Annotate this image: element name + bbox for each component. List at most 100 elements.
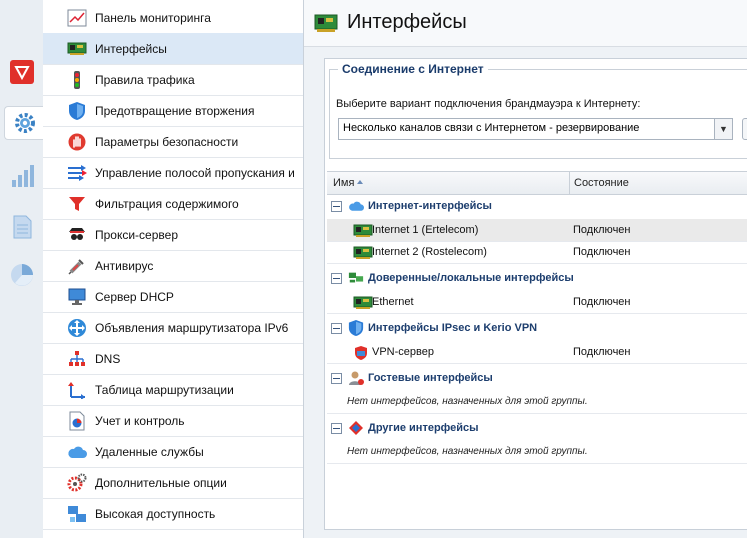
hand-stop-icon bbox=[67, 132, 87, 152]
menu-item-label: Предотвращение вторжения bbox=[95, 103, 255, 118]
menu-item[interactable]: Сервер DHCP bbox=[43, 281, 303, 313]
interface-state: Подключен bbox=[573, 296, 631, 308]
proxy-spy-icon bbox=[67, 225, 87, 245]
group-title: Другие интерфейсы bbox=[368, 422, 479, 434]
content-area: Интерфейсы Соединение с Интернет Выберит… bbox=[304, 0, 747, 538]
interface-group-header[interactable]: Гостевые интерфейсы bbox=[327, 366, 747, 390]
menu-item[interactable]: Объявления маршрутизатора IPv6 bbox=[43, 312, 303, 344]
interface-row[interactable]: Internet 1 (Ertelecom) Подключен bbox=[327, 219, 747, 242]
menu-item-label: Управление полосой пропускания и bbox=[95, 165, 295, 180]
menu-item-label: Антивирус bbox=[95, 258, 154, 273]
menu-item[interactable]: Таблица маршрутизации bbox=[43, 374, 303, 406]
bandwidth-arrows-icon bbox=[67, 163, 87, 183]
logs-document-icon[interactable] bbox=[6, 211, 38, 243]
collapse-toggle-icon[interactable] bbox=[331, 322, 342, 334]
menu-item[interactable]: Учет и контроль bbox=[43, 405, 303, 437]
column-name-label: Имя bbox=[333, 177, 355, 189]
filter-funnel-icon bbox=[67, 194, 87, 214]
interfaces-panel: Соединение с Интернет Выберите вариант п… bbox=[324, 58, 747, 530]
grid-header: Имя Состояние bbox=[327, 171, 747, 195]
interface-row[interactable]: Internet 2 (Rostelecom) Подключен bbox=[327, 241, 747, 264]
collapse-toggle-icon[interactable] bbox=[331, 372, 342, 384]
interface-name: Internet 2 (Rostelecom) bbox=[372, 246, 487, 258]
menu-item-label: Учет и контроль bbox=[95, 413, 185, 428]
interface-group-header[interactable]: Другие интерфейсы bbox=[327, 416, 747, 440]
column-state-header[interactable]: Состояние bbox=[570, 172, 747, 194]
menu-item[interactable]: Прокси-сервер bbox=[43, 219, 303, 251]
chevron-down-icon[interactable]: ▼ bbox=[714, 119, 732, 139]
status-pie-icon[interactable] bbox=[6, 259, 38, 291]
collapse-toggle-icon[interactable] bbox=[331, 422, 342, 434]
connection-mode-label: Выберите вариант подключения брандмауэра… bbox=[336, 98, 641, 110]
interface-state: Подключен bbox=[573, 346, 631, 358]
page-header: Интерфейсы bbox=[304, 0, 747, 47]
router-arrows-icon bbox=[67, 318, 87, 338]
shield-icon bbox=[348, 320, 364, 336]
group-title: Гостевые интерфейсы bbox=[368, 372, 493, 384]
interface-name: VPN-сервер bbox=[372, 346, 434, 358]
group-title: Доверенные/локальные интерфейсы bbox=[368, 272, 574, 284]
empty-group-row: Нет интерфейсов, назначенных для этой гр… bbox=[327, 391, 747, 414]
empty-group-message: Нет интерфейсов, назначенных для этой гр… bbox=[347, 396, 588, 407]
dns-tree-icon bbox=[67, 349, 87, 369]
network-card-icon bbox=[353, 245, 373, 259]
column-state-label: Состояние bbox=[574, 177, 629, 189]
menu-item[interactable]: Предотвращение вторжения bbox=[43, 95, 303, 127]
menu-item[interactable]: Высокая доступность bbox=[43, 498, 303, 530]
gears-icon bbox=[67, 473, 87, 493]
menu-item[interactable]: Правила трафика bbox=[43, 64, 303, 96]
interface-group-header[interactable]: Интерфейсы IPsec и Kerio VPN bbox=[327, 316, 747, 340]
menu-item[interactable]: Антивирус bbox=[43, 250, 303, 282]
navigation-rail bbox=[0, 0, 44, 538]
internet-connection-group: Соединение с Интернет Выберите вариант п… bbox=[329, 62, 747, 159]
empty-group-row: Нет интерфейсов, назначенных для этой гр… bbox=[327, 441, 747, 464]
menu-item-label: Интерфейсы bbox=[95, 41, 167, 56]
page-title: Интерфейсы bbox=[347, 11, 467, 33]
network-card-icon bbox=[353, 295, 373, 309]
guest-user-icon bbox=[348, 371, 364, 385]
collapse-toggle-icon[interactable] bbox=[331, 200, 342, 212]
interface-name: Ethernet bbox=[372, 296, 414, 308]
shield-icon bbox=[67, 101, 87, 121]
connection-settings-button[interactable] bbox=[742, 118, 747, 140]
menu-item[interactable]: Панель мониторинга bbox=[43, 2, 303, 34]
connection-mode-value: Несколько каналов связи с Интернетом - р… bbox=[343, 122, 640, 134]
menu-item[interactable]: Интерфейсы bbox=[43, 33, 303, 65]
report-pie-icon bbox=[67, 411, 87, 431]
interface-group-header[interactable]: Доверенные/локальные интерфейсы bbox=[327, 266, 747, 290]
empty-group-message: Нет интерфейсов, назначенных для этой гр… bbox=[347, 446, 588, 457]
internet-connection-legend: Соединение с Интернет bbox=[338, 62, 488, 76]
traffic-light-icon bbox=[67, 70, 87, 90]
statistics-bars-icon[interactable] bbox=[6, 160, 38, 192]
menu-item[interactable]: Параметры безопасности bbox=[43, 126, 303, 158]
menu-item-label: Фильтрация содержимого bbox=[95, 196, 239, 211]
lan-computers-icon bbox=[348, 271, 364, 285]
menu-item-label: Объявления маршрутизатора IPv6 bbox=[95, 320, 289, 335]
cloud-icon bbox=[67, 442, 87, 462]
group-title: Интернет-интерфейсы bbox=[368, 200, 492, 212]
group-title: Интерфейсы IPsec и Kerio VPN bbox=[368, 322, 538, 334]
connection-mode-select[interactable]: Несколько каналов связи с Интернетом - р… bbox=[338, 118, 733, 140]
settings-gear-icon[interactable] bbox=[4, 106, 44, 140]
column-name-header[interactable]: Имя bbox=[327, 172, 570, 194]
network-card-icon bbox=[314, 14, 338, 32]
menu-item[interactable]: Дополнительные опции bbox=[43, 467, 303, 499]
menu-item-label: DNS bbox=[95, 351, 121, 366]
syringe-icon bbox=[67, 256, 87, 276]
settings-menu: Панель мониторинга Интерфейсы Правила траф… bbox=[43, 0, 304, 538]
menu-item[interactable]: DNS bbox=[43, 343, 303, 375]
security-shield-icon[interactable] bbox=[6, 56, 38, 88]
interface-state: Подключен bbox=[573, 224, 631, 236]
network-card-icon bbox=[353, 223, 373, 237]
collapse-toggle-icon[interactable] bbox=[331, 272, 342, 284]
interface-row[interactable]: Ethernet Подключен bbox=[327, 291, 747, 314]
menu-item-label: Дополнительные опции bbox=[95, 475, 227, 490]
interface-row[interactable]: VPN-сервер Подключен bbox=[327, 341, 747, 364]
interface-name: Internet 1 (Ertelecom) bbox=[372, 224, 479, 236]
menu-item[interactable]: Управление полосой пропускания и bbox=[43, 157, 303, 189]
servers-icon bbox=[67, 504, 87, 524]
menu-item-label: Сервер DHCP bbox=[95, 289, 174, 304]
menu-item[interactable]: Фильтрация содержимого bbox=[43, 188, 303, 220]
menu-item[interactable]: Удаленные службы bbox=[43, 436, 303, 468]
interface-group-header[interactable]: Интернет-интерфейсы bbox=[327, 194, 747, 218]
